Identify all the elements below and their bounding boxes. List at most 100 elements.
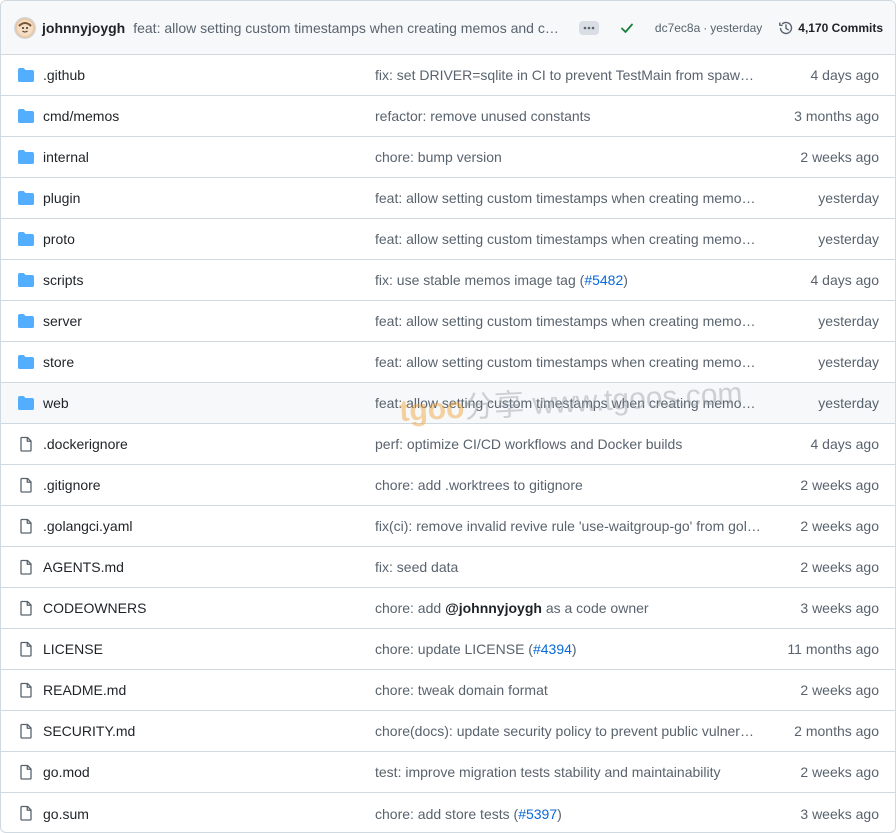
commit-message-link[interactable]: feat: allow setting custom timestamps wh… [375,313,761,329]
table-row[interactable]: .golangci.yaml fix(ci): remove invalid re… [1,506,895,547]
table-row[interactable]: SECURITY.md chore(docs): update security … [1,711,895,752]
directory-link[interactable]: .github [43,67,85,83]
commit-message-link[interactable]: fix: set DRIVER=sqlite in CI to prevent … [375,67,761,83]
folder-icon [18,68,34,82]
commit-message-link[interactable]: fix: seed data [375,559,761,575]
table-row[interactable]: proto feat: allow setting custom timestam… [1,219,895,260]
commit-message-link[interactable]: chore: add @johnnyjoygh as a code owner [375,600,761,616]
table-row[interactable]: go.mod test: improve migration tests stab… [1,752,895,793]
file-icon [20,600,32,616]
table-row[interactable]: CODEOWNERS chore: add @johnnyjoygh as a c… [1,588,895,629]
table-row[interactable]: LICENSE chore: update LICENSE (#4394) 11 m… [1,629,895,670]
table-row[interactable]: AGENTS.md fix: seed data 2 weeks ago [1,547,895,588]
user-mention[interactable]: @johnnyjoygh [445,600,542,616]
kebab-horizontal-icon [583,26,595,29]
directory-link[interactable]: store [43,354,74,370]
commit-time: 4 days ago [810,436,880,452]
table-row[interactable]: README.md chore: tweak domain format 2 wee… [1,670,895,711]
issue-link[interactable]: #5482 [584,272,623,288]
commit-time: 2 weeks ago [800,477,879,493]
commits-history-link[interactable]: 4,170 Commits [778,20,883,36]
table-row[interactable]: .dockerignore perf: optimize CI/CD workfl… [1,424,895,465]
latest-commit-message[interactable]: feat: allow setting custom timestamps wh… [133,20,561,36]
commit-message-text: feat: allow setting custom timestamps wh… [375,395,761,411]
directory-link[interactable]: server [43,313,82,329]
file-link[interactable]: CODEOWNERS [43,600,146,616]
table-row[interactable]: .github fix: set DRIVER=sqlite in CI to p… [1,55,895,96]
commit-message-link[interactable]: fix: use stable memos image tag (#5482) [375,272,761,288]
commit-message-text: chore: add [375,600,446,616]
commit-message-text: ) [571,641,577,657]
commit-message-link[interactable]: perf: optimize CI/CD workflows and Docke… [375,436,761,452]
folder-icon [18,232,34,246]
commit-message-text: fix: use stable memos image tag ( [375,272,585,288]
folder-icon [18,396,34,410]
file-icon [20,764,32,780]
directory-link[interactable]: internal [43,149,89,165]
directory-link[interactable]: scripts [43,272,83,288]
commit-author-link[interactable]: johnnyjoygh [42,20,125,36]
commit-message-text: feat: allow setting custom timestamps wh… [375,190,761,206]
directory-link[interactable]: proto [43,231,75,247]
file-link[interactable]: go.sum [43,806,89,822]
commit-message-link[interactable]: chore: add store tests (#5397) [375,806,761,822]
table-row[interactable]: go.sum chore: add store tests (#5397) 3 we… [1,793,895,832]
commit-message-text: ) [623,272,628,288]
table-row[interactable]: web feat: allow setting custom timestamps… [1,383,895,424]
issue-link[interactable]: #4394 [533,641,572,657]
commit-message-link[interactable]: test: improve migration tests stability … [375,764,761,780]
table-row[interactable]: scripts fix: use stable memos image tag (… [1,260,895,301]
commit-message-link[interactable]: chore: bump version [375,149,761,165]
commit-message-link[interactable]: feat: allow setting custom timestamps wh… [375,395,761,411]
commit-time: yesterday [818,231,879,247]
table-row[interactable]: cmd/memos refactor: remove unused constan… [1,96,895,137]
commit-time: yesterday [818,313,879,329]
commit-message-text: ) [557,805,562,822]
table-row[interactable]: store feat: allow setting custom timestam… [1,342,895,383]
file-link[interactable]: .gitignore [43,477,101,493]
commit-message-link[interactable]: chore: update LICENSE (#4394) [375,641,761,657]
commit-sha-link[interactable]: dc7ec8a · yesterday [655,21,762,35]
commit-message-link[interactable]: fix(ci): remove invalid revive rule 'use… [375,518,761,534]
commit-message-text: test: improve migration tests stability … [375,764,721,780]
table-row[interactable]: plugin feat: allow setting custom timesta… [1,178,895,219]
file-link[interactable]: .golangci.yaml [43,518,133,534]
commit-message-text: feat: allow setting custom timestamps wh… [375,313,761,329]
commit-message-link[interactable]: feat: allow setting custom timestamps wh… [375,354,761,370]
commit-time: 4 days ago [810,67,880,83]
commit-message-text: chore: add store tests ( [375,805,519,822]
directory-link[interactable]: web [43,395,69,411]
commit-message-link[interactable]: chore(docs): update security policy to p… [375,723,761,739]
commit-message-link[interactable]: feat: allow setting custom timestamps wh… [375,190,761,206]
directory-link[interactable]: plugin [43,190,80,206]
commit-time: 2 weeks ago [800,149,879,165]
commit-message-link[interactable]: refactor: remove unused constants [375,108,761,124]
expand-commit-button[interactable] [578,20,599,35]
commit-message-link[interactable]: chore: tweak domain format [375,682,761,698]
check-status-icon[interactable] [619,20,635,36]
table-row[interactable]: internal chore: bump version 2 weeks ago [1,137,895,178]
commit-message-link[interactable]: feat: allow setting custom timestamps wh… [375,231,761,247]
commit-message-text: chore(docs): update security policy to p… [375,723,761,739]
file-link[interactable]: go.mod [43,764,90,780]
directory-link[interactable]: cmd/memos [43,108,119,124]
commit-time: 3 months ago [794,108,879,124]
folder-icon [18,314,34,328]
table-row[interactable]: .gitignore chore: add .worktrees to gitig… [1,465,895,506]
commit-time: yesterday [818,190,879,206]
commit-message-link[interactable]: chore: add .worktrees to gitignore [375,477,761,493]
commit-message-text: feat: allow setting custom timestamps wh… [375,354,761,370]
file-icon [20,723,32,739]
table-row[interactable]: server feat: allow setting custom timesta… [1,301,895,342]
file-link[interactable]: SECURITY.md [43,723,135,739]
commit-message-text: fix: set DRIVER=sqlite in CI to prevent … [375,67,761,83]
file-link[interactable]: .dockerignore [43,436,128,452]
commit-message-text: chore: bump version [375,149,502,165]
folder-icon [18,355,34,369]
file-link[interactable]: LICENSE [43,641,103,657]
avatar[interactable] [14,16,36,39]
commit-message-text: perf: optimize CI/CD workflows and Docke… [375,436,683,452]
issue-link[interactable]: #5397 [518,806,557,822]
file-link[interactable]: README.md [43,682,126,698]
file-link[interactable]: AGENTS.md [43,559,124,575]
